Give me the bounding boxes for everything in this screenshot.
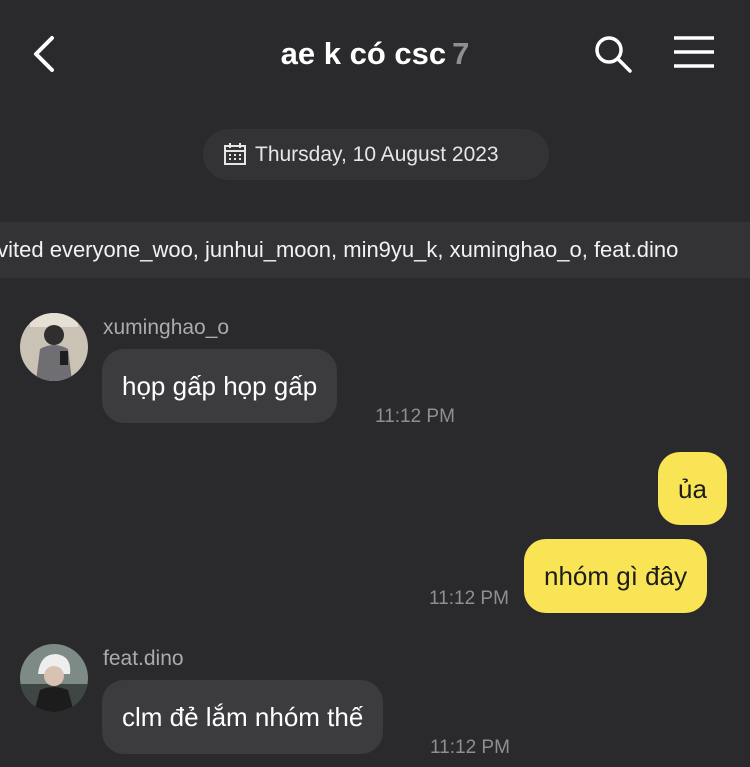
message-text: clm đẻ lắm nhóm thế <box>122 702 364 732</box>
date-label: Thursday, 10 August 2023 <box>255 143 499 166</box>
outgoing-message-bubble[interactable]: nhóm gì đây <box>524 539 708 613</box>
message-text: họp gấp họp gấp <box>122 371 318 401</box>
sender-name: xuminghao_o <box>103 316 230 339</box>
search-icon[interactable] <box>592 33 634 75</box>
chat-title: ae k có csc 7 <box>0 34 750 74</box>
message-time: 11:12 PM <box>429 588 509 609</box>
message-time: 11:12 PM <box>375 406 455 427</box>
incoming-message-bubble[interactable]: clm đẻ lắm nhóm thế <box>102 680 384 754</box>
avatar-photo <box>20 644 88 712</box>
sender-name: feat.dino <box>103 647 184 670</box>
date-divider: Thursday, 10 August 2023 <box>203 129 549 180</box>
hamburger-menu-icon[interactable] <box>670 33 718 73</box>
outgoing-message-bubble[interactable]: ủa <box>658 452 727 525</box>
member-count: 7 <box>452 36 470 71</box>
chat-name: ae k có csc <box>280 36 447 71</box>
message-text: ủa <box>678 473 707 504</box>
message-text: nhóm gì đây <box>544 561 688 591</box>
incoming-message-bubble[interactable]: họp gấp họp gấp <box>102 349 338 423</box>
avatar[interactable] <box>20 313 88 381</box>
message-time: 11:12 PM <box>430 737 510 758</box>
system-message: invited everyone_woo, junhui_moon, min9y… <box>0 222 750 278</box>
calendar-icon <box>224 143 246 165</box>
avatar[interactable] <box>20 644 88 712</box>
avatar-photo <box>20 313 88 381</box>
system-message-text: invited everyone_woo, junhui_moon, min9y… <box>0 237 679 262</box>
chat-header: ae k có csc 7 <box>0 0 750 106</box>
